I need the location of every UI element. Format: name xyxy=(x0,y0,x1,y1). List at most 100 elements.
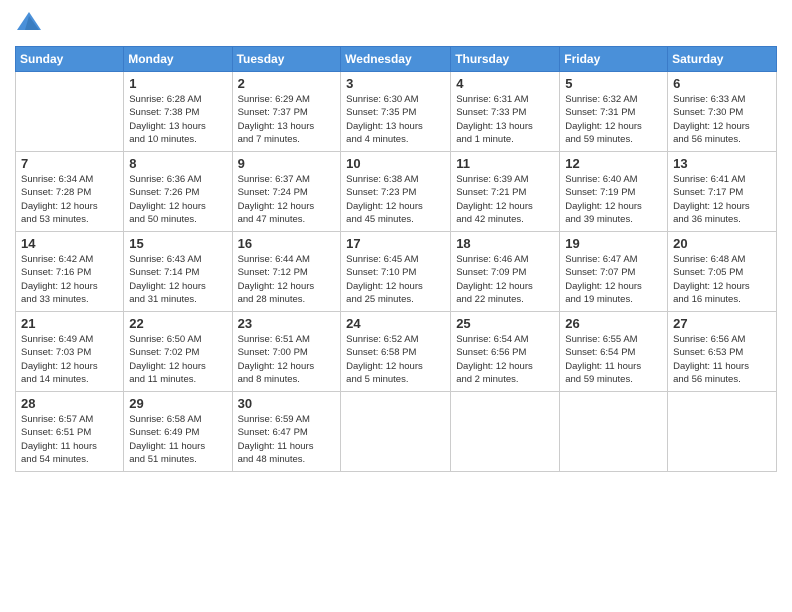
cell-info: Sunrise: 6:28 AM Sunset: 7:38 PM Dayligh… xyxy=(129,93,226,146)
day-number: 6 xyxy=(673,76,771,91)
calendar-cell: 12 Sunrise: 6:40 AM Sunset: 7:19 PM Dayli… xyxy=(560,152,668,232)
calendar-cell: 5 Sunrise: 6:32 AM Sunset: 7:31 PM Daylig… xyxy=(560,72,668,152)
cell-info: Sunrise: 6:36 AM Sunset: 7:26 PM Dayligh… xyxy=(129,173,226,226)
calendar-cell: 7 Sunrise: 6:34 AM Sunset: 7:28 PM Daylig… xyxy=(16,152,124,232)
cell-info: Sunrise: 6:48 AM Sunset: 7:05 PM Dayligh… xyxy=(673,253,771,306)
cell-info: Sunrise: 6:42 AM Sunset: 7:16 PM Dayligh… xyxy=(21,253,118,306)
cell-info: Sunrise: 6:40 AM Sunset: 7:19 PM Dayligh… xyxy=(565,173,662,226)
cell-info: Sunrise: 6:47 AM Sunset: 7:07 PM Dayligh… xyxy=(565,253,662,306)
calendar-cell: 24Sunrise: 6:52 AM Sunset: 6:58 PM Dayli… xyxy=(341,312,451,392)
calendar-cell: 28Sunrise: 6:57 AM Sunset: 6:51 PM Dayli… xyxy=(16,392,124,472)
calendar-week-row: 1 Sunrise: 6:28 AM Sunset: 7:38 PM Daylig… xyxy=(16,72,777,152)
logo-icon xyxy=(15,10,43,38)
calendar-cell xyxy=(451,392,560,472)
calendar-cell: 18 Sunrise: 6:46 AM Sunset: 7:09 PM Dayli… xyxy=(451,232,560,312)
calendar-cell: 29 Sunrise: 6:58 AM Sunset: 6:49 PM Dayli… xyxy=(124,392,232,472)
day-number: 26 xyxy=(565,316,662,331)
cell-info: Sunrise: 6:39 AM Sunset: 7:21 PM Dayligh… xyxy=(456,173,554,226)
day-number: 8 xyxy=(129,156,226,171)
calendar-cell: 11 Sunrise: 6:39 AM Sunset: 7:21 PM Dayli… xyxy=(451,152,560,232)
calendar-cell: 27 Sunrise: 6:56 AM Sunset: 6:53 PM Dayli… xyxy=(668,312,777,392)
cell-info: Sunrise: 6:59 AM Sunset: 6:47 PM Dayligh… xyxy=(238,413,336,466)
weekday-header: Sunday xyxy=(16,47,124,72)
calendar-cell: 10Sunrise: 6:38 AM Sunset: 7:23 PM Dayli… xyxy=(341,152,451,232)
day-number: 19 xyxy=(565,236,662,251)
cell-info: Sunrise: 6:46 AM Sunset: 7:09 PM Dayligh… xyxy=(456,253,554,306)
cell-info: Sunrise: 6:43 AM Sunset: 7:14 PM Dayligh… xyxy=(129,253,226,306)
cell-info: Sunrise: 6:32 AM Sunset: 7:31 PM Dayligh… xyxy=(565,93,662,146)
day-number: 27 xyxy=(673,316,771,331)
calendar-cell: 25 Sunrise: 6:54 AM Sunset: 6:56 PM Dayli… xyxy=(451,312,560,392)
calendar-cell xyxy=(668,392,777,472)
day-number: 21 xyxy=(21,316,118,331)
cell-info: Sunrise: 6:55 AM Sunset: 6:54 PM Dayligh… xyxy=(565,333,662,386)
cell-info: Sunrise: 6:51 AM Sunset: 7:00 PM Dayligh… xyxy=(238,333,336,386)
cell-info: Sunrise: 6:37 AM Sunset: 7:24 PM Dayligh… xyxy=(238,173,336,226)
day-number: 18 xyxy=(456,236,554,251)
weekday-header: Tuesday xyxy=(232,47,341,72)
calendar: SundayMondayTuesdayWednesdayThursdayFrid… xyxy=(15,46,777,472)
cell-info: Sunrise: 6:54 AM Sunset: 6:56 PM Dayligh… xyxy=(456,333,554,386)
day-number: 5 xyxy=(565,76,662,91)
day-number: 30 xyxy=(238,396,336,411)
calendar-cell: 16 Sunrise: 6:44 AM Sunset: 7:12 PM Dayli… xyxy=(232,232,341,312)
cell-info: Sunrise: 6:44 AM Sunset: 7:12 PM Dayligh… xyxy=(238,253,336,306)
day-number: 23 xyxy=(238,316,336,331)
calendar-cell xyxy=(341,392,451,472)
calendar-cell: 23 Sunrise: 6:51 AM Sunset: 7:00 PM Dayli… xyxy=(232,312,341,392)
cell-info: Sunrise: 6:30 AM Sunset: 7:35 PM Dayligh… xyxy=(346,93,445,146)
calendar-cell: 4 Sunrise: 6:31 AM Sunset: 7:33 PM Daylig… xyxy=(451,72,560,152)
page: SundayMondayTuesdayWednesdayThursdayFrid… xyxy=(0,0,792,612)
day-number: 11 xyxy=(456,156,554,171)
calendar-cell: 14 Sunrise: 6:42 AM Sunset: 7:16 PM Dayli… xyxy=(16,232,124,312)
cell-info: Sunrise: 6:31 AM Sunset: 7:33 PM Dayligh… xyxy=(456,93,554,146)
day-number: 29 xyxy=(129,396,226,411)
header xyxy=(15,10,777,38)
cell-info: Sunrise: 6:34 AM Sunset: 7:28 PM Dayligh… xyxy=(21,173,118,226)
calendar-week-row: 7 Sunrise: 6:34 AM Sunset: 7:28 PM Daylig… xyxy=(16,152,777,232)
weekday-header: Monday xyxy=(124,47,232,72)
weekday-header: Saturday xyxy=(668,47,777,72)
calendar-cell: 30 Sunrise: 6:59 AM Sunset: 6:47 PM Dayli… xyxy=(232,392,341,472)
cell-info: Sunrise: 6:29 AM Sunset: 7:37 PM Dayligh… xyxy=(238,93,336,146)
day-number: 16 xyxy=(238,236,336,251)
day-number: 7 xyxy=(21,156,118,171)
calendar-cell: 15 Sunrise: 6:43 AM Sunset: 7:14 PM Dayli… xyxy=(124,232,232,312)
calendar-cell: 17Sunrise: 6:45 AM Sunset: 7:10 PM Dayli… xyxy=(341,232,451,312)
day-number: 20 xyxy=(673,236,771,251)
calendar-cell: 2 Sunrise: 6:29 AM Sunset: 7:37 PM Daylig… xyxy=(232,72,341,152)
cell-info: Sunrise: 6:41 AM Sunset: 7:17 PM Dayligh… xyxy=(673,173,771,226)
cell-info: Sunrise: 6:45 AM Sunset: 7:10 PM Dayligh… xyxy=(346,253,445,306)
day-number: 13 xyxy=(673,156,771,171)
logo xyxy=(15,10,45,38)
cell-info: Sunrise: 6:57 AM Sunset: 6:51 PM Dayligh… xyxy=(21,413,118,466)
day-number: 1 xyxy=(129,76,226,91)
calendar-week-row: 21 Sunrise: 6:49 AM Sunset: 7:03 PM Dayli… xyxy=(16,312,777,392)
calendar-cell: 21 Sunrise: 6:49 AM Sunset: 7:03 PM Dayli… xyxy=(16,312,124,392)
calendar-cell: 3Sunrise: 6:30 AM Sunset: 7:35 PM Daylig… xyxy=(341,72,451,152)
cell-info: Sunrise: 6:56 AM Sunset: 6:53 PM Dayligh… xyxy=(673,333,771,386)
calendar-cell: 9 Sunrise: 6:37 AM Sunset: 7:24 PM Daylig… xyxy=(232,152,341,232)
cell-info: Sunrise: 6:49 AM Sunset: 7:03 PM Dayligh… xyxy=(21,333,118,386)
calendar-cell: 1 Sunrise: 6:28 AM Sunset: 7:38 PM Daylig… xyxy=(124,72,232,152)
cell-info: Sunrise: 6:33 AM Sunset: 7:30 PM Dayligh… xyxy=(673,93,771,146)
day-number: 25 xyxy=(456,316,554,331)
day-number: 9 xyxy=(238,156,336,171)
day-number: 24 xyxy=(346,316,445,331)
calendar-header-row: SundayMondayTuesdayWednesdayThursdayFrid… xyxy=(16,47,777,72)
day-number: 22 xyxy=(129,316,226,331)
calendar-cell: 22Sunrise: 6:50 AM Sunset: 7:02 PM Dayli… xyxy=(124,312,232,392)
calendar-cell: 6 Sunrise: 6:33 AM Sunset: 7:30 PM Daylig… xyxy=(668,72,777,152)
weekday-header: Friday xyxy=(560,47,668,72)
day-number: 12 xyxy=(565,156,662,171)
day-number: 4 xyxy=(456,76,554,91)
calendar-week-row: 28Sunrise: 6:57 AM Sunset: 6:51 PM Dayli… xyxy=(16,392,777,472)
day-number: 14 xyxy=(21,236,118,251)
calendar-week-row: 14 Sunrise: 6:42 AM Sunset: 7:16 PM Dayli… xyxy=(16,232,777,312)
day-number: 2 xyxy=(238,76,336,91)
cell-info: Sunrise: 6:58 AM Sunset: 6:49 PM Dayligh… xyxy=(129,413,226,466)
calendar-cell: 8 Sunrise: 6:36 AM Sunset: 7:26 PM Daylig… xyxy=(124,152,232,232)
day-number: 15 xyxy=(129,236,226,251)
weekday-header: Thursday xyxy=(451,47,560,72)
calendar-cell xyxy=(16,72,124,152)
